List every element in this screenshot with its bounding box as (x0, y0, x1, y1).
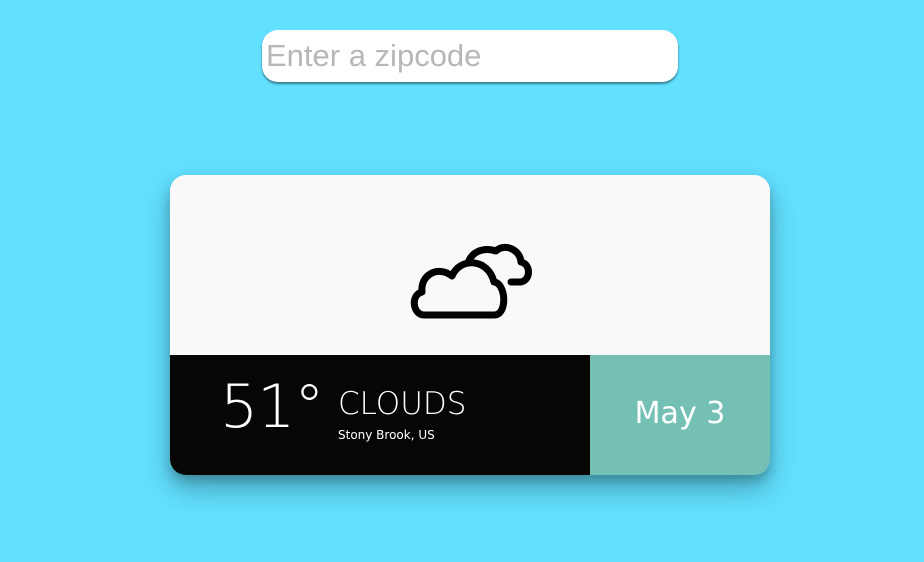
clouds-icon (410, 244, 532, 319)
weather-icon-area (170, 175, 770, 355)
weather-card: 51° CLOUDS Stony Brook, US May 3 (170, 175, 770, 475)
date: May 3 (634, 396, 726, 431)
date-panel: May 3 (590, 355, 770, 475)
search-container (262, 30, 678, 82)
weather-info-panel: 51° CLOUDS Stony Brook, US (170, 355, 590, 475)
zipcode-input[interactable] (262, 30, 678, 82)
weather-details: 51° CLOUDS Stony Brook, US May 3 (170, 355, 770, 475)
weather-condition: CLOUDS (338, 386, 467, 422)
temperature: 51° (220, 372, 324, 442)
location: Stony Brook, US (338, 428, 435, 442)
